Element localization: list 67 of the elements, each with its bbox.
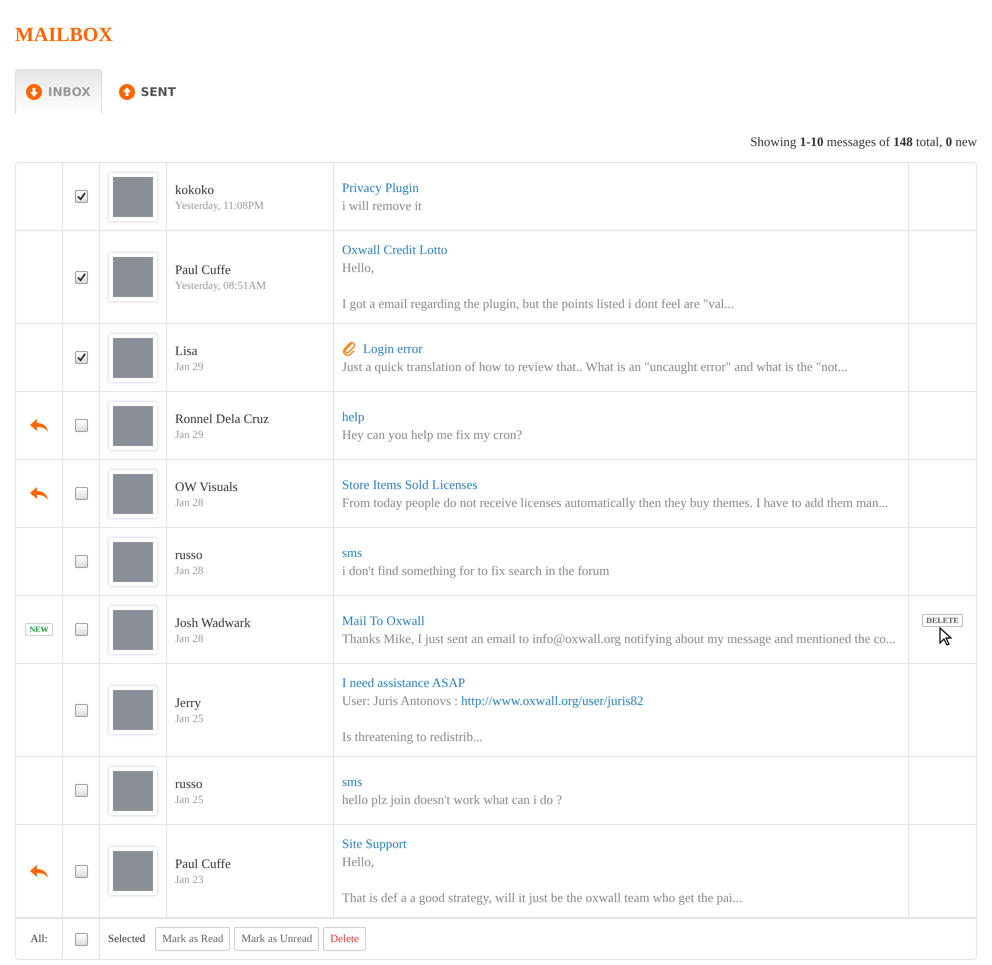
message-preview: Just a quick translation of how to review that.. What is an "uncaught error" and what is the "not... [342,358,848,376]
action-button[interactable]: Mark as Unread [234,927,320,951]
message-subject[interactable]: I need assistance ASAP [342,674,644,692]
message-count-text: Showing 1-10 messages of 148 total, 0 new [749,134,977,150]
mouse-cursor-icon [939,626,952,646]
message-date: Jan 28 [175,496,204,508]
message-date: Jan 28 [175,564,204,576]
message-preview: Hello, [342,259,376,277]
action-button[interactable]: Delete [323,927,366,951]
message-date: Yesterday, 08:51AM [175,280,266,292]
message-date: Yesterday, 11:08PM [175,200,264,212]
message-subject[interactable]: Mail To Oxwall [342,612,896,630]
checkbox[interactable] [74,351,88,364]
message-preview: hello plz join doesn't work what can i do ? [342,790,562,808]
checkbox[interactable] [74,419,88,432]
message-preview: That is def a a good strategy, will it just be the oxwall team who get the pai... [342,889,742,907]
sender-name: OW Visuals [175,478,238,494]
checkbox[interactable] [74,784,88,797]
new-badge: NEW [25,623,53,636]
message-subject[interactable]: Site Support [342,835,742,853]
sender-name: Paul Cuffe [175,856,231,872]
checkbox[interactable] [74,864,88,878]
sender-name: russo [175,776,204,792]
selected-label: Selected [108,933,146,945]
profile-link[interactable]: http://www.oxwall.org/user/juris82 [461,693,644,708]
message-subject[interactable]: sms [342,772,562,790]
message-preview: i don't find something for to fix search in the forum [342,562,610,580]
message-date: Jan 28 [175,632,204,644]
message-preview: Is threatening to redistrib... [342,728,484,746]
mailbox-tab[interactable]: SENT [108,69,187,114]
checkbox[interactable] [74,704,88,716]
message-preview: I got a email regarding the plugin, but the points listed i dont feel are "val... [342,295,734,313]
message-preview: From today people do not receive licenses automatically then they buy themes. I have to add them man... [342,494,888,512]
sender-name: Lisa [175,342,198,358]
message-date: Jan 29 [175,428,204,440]
message-preview: Hey can you help me fix my cron? [342,426,522,444]
all-label: All: [30,933,48,945]
checkbox[interactable] [74,190,88,203]
checkbox[interactable] [74,270,88,284]
sender-name: kokoko [175,182,215,198]
checkbox[interactable] [74,555,88,568]
checkbox[interactable] [74,932,88,946]
message-date: Jan 25 [175,794,204,806]
message-preview: User: Juris Antonovs : http://www.oxwall.org/user/juris82 [342,692,644,710]
checkbox[interactable] [74,623,88,636]
message-date: Jan 29 [175,360,204,372]
message-subject[interactable]: Login error [342,340,848,358]
message-subject[interactable]: Store Items Sold Licenses [342,476,888,494]
message-subject[interactable]: Oxwall Credit Lotto [342,241,734,259]
message-subject[interactable]: help [342,408,522,426]
sender-name: Ronnel Dela Cruz [175,410,269,426]
message-preview: i will remove it [342,196,422,214]
message-subject[interactable]: Privacy Plugin [342,178,422,196]
sender-name: russo [175,546,204,562]
message-subject[interactable]: sms [342,544,610,562]
mailbox-tab[interactable]: INBOX [15,69,102,114]
message-date: Jan 25 [175,713,204,725]
sender-name: Jerry [175,695,202,711]
message-preview: Thanks Mike, I just sent an email to info@oxwall.org notifying about my message and mentioned the co... [342,630,896,648]
page-title: MAILBOX [15,24,114,47]
delete-button[interactable]: DELETE [922,614,963,626]
message-preview: Hello, [342,853,376,871]
checkbox[interactable] [74,487,88,500]
sender-name: Paul Cuffe [175,262,232,278]
action-button[interactable]: Mark as Read [155,927,230,951]
message-date: Jan 23 [175,874,204,886]
sender-name: Josh Wadwark [175,614,251,630]
